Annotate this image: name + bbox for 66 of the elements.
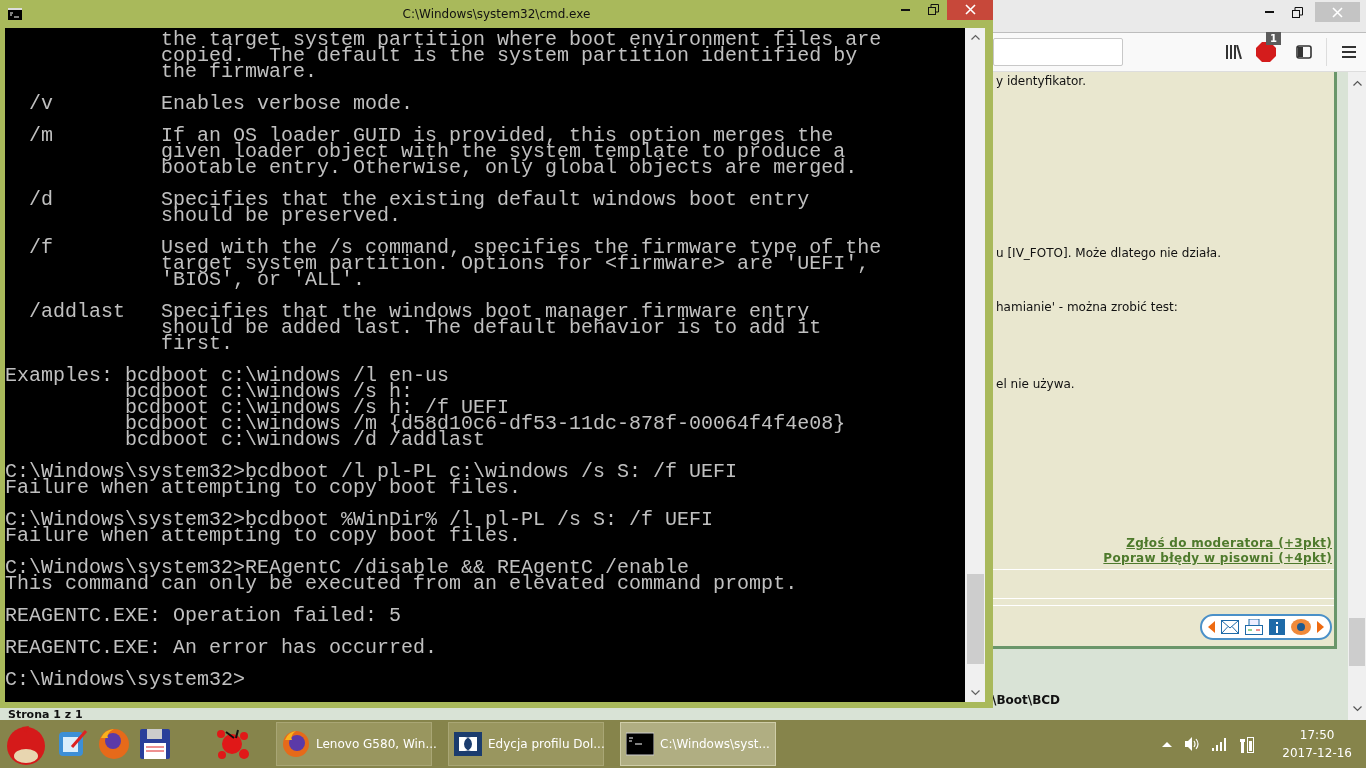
minimize-icon	[900, 8, 910, 11]
battery-icon[interactable]	[1240, 735, 1255, 753]
pencil-app-icon[interactable]	[58, 729, 88, 759]
taskbar-button[interactable]: Edycja profilu Dol...	[448, 722, 604, 766]
eye-icon[interactable]	[1291, 619, 1311, 635]
previous-arrow-icon[interactable]	[1208, 621, 1215, 633]
speaker-icon[interactable]	[1184, 736, 1201, 752]
console-line: This command can only be executed from an elevated command prompt.	[5, 576, 798, 592]
file-path: \Boot\BCD	[992, 693, 1062, 707]
browser-icon	[282, 730, 310, 758]
scrollbar-thumb[interactable]	[966, 574, 984, 664]
page-counter: Strona 1 z 1	[8, 709, 83, 720]
link[interactable]: Zgłoś do moderatora (+3pkt)	[1126, 536, 1332, 551]
clock-date: 2017-12-16	[1282, 746, 1352, 760]
menu-icon[interactable]	[1341, 45, 1357, 59]
console-line: target system partition. Options for <firmware> are 'UEFI',	[160, 256, 870, 272]
close-icon	[964, 4, 976, 15]
console-line: REAGENTC.EXE: An error has occurred.	[5, 640, 438, 656]
console-line: bcdboot c:\windows /s h:	[124, 384, 414, 400]
console-line: copied. The default is the system partition identified by	[160, 48, 858, 64]
notification-badge: 1	[1266, 32, 1281, 45]
envelope-icon[interactable]	[1221, 620, 1239, 634]
browser-icon[interactable]	[98, 728, 130, 760]
clock-time: 17:50	[1299, 728, 1335, 742]
close-icon	[1332, 6, 1343, 18]
console-line: /v Enables verbose mode.	[28, 96, 414, 112]
double-d-icon	[454, 730, 482, 758]
console-line: bcdboot c:\windows /d /addlast	[124, 432, 486, 448]
console-line: first.	[160, 336, 234, 352]
post-text: y identyfikator.	[996, 74, 1087, 88]
post-text: el nie używa.	[996, 377, 1076, 391]
console-icon	[626, 730, 654, 758]
printer-icon[interactable]	[1245, 619, 1263, 635]
console-line: 'BIOS', or 'ALL'.	[160, 272, 366, 288]
restore-icon	[927, 4, 939, 15]
scroll-down-icon[interactable]	[970, 690, 980, 696]
search-field[interactable]	[993, 38, 1123, 66]
console-line: Failure when attempting to copy boot files.	[5, 480, 522, 496]
console-line: Examples: bcdboot c:\windows /l en-us	[5, 368, 450, 384]
next-arrow-icon[interactable]	[1317, 621, 1324, 633]
post-text: hamianie' - można zrobić test:	[996, 300, 1179, 314]
scroll-down-icon[interactable]	[1352, 706, 1362, 712]
minimize-icon	[1264, 11, 1274, 13]
scroll-up-icon[interactable]	[970, 34, 980, 40]
console-icon	[8, 8, 22, 20]
console-line: bcdboot c:\windows /s h: /f UEFI	[124, 400, 510, 416]
link[interactable]: Popraw błędy w pisowni (+4pkt)	[1103, 551, 1332, 566]
post-text: u [IV_FOTO]. Może dlatego nie działa.	[996, 246, 1222, 260]
caret-up-icon[interactable]	[1162, 741, 1173, 747]
console-line: bootable entry. Otherwise, only global objects are merged.	[160, 160, 858, 176]
sidebar-icon[interactable]	[1296, 45, 1312, 59]
console-line: REAGENTC.EXE: Operation failed: 5	[5, 608, 402, 624]
console-line: Failure when attempting to copy boot files.	[5, 528, 522, 544]
scroll-up-icon[interactable]	[1352, 80, 1362, 86]
console-line: the firmware.	[160, 64, 318, 80]
close-button[interactable]	[947, 0, 993, 20]
library-icon[interactable]	[1226, 45, 1242, 59]
restore-icon	[1291, 6, 1303, 18]
scrollbar-thumb[interactable]	[1349, 618, 1365, 666]
stop-sign-icon[interactable]	[1256, 42, 1276, 62]
info-icon[interactable]	[1269, 619, 1285, 635]
taskbar-button[interactable]: C:\Windows\syst...	[620, 722, 776, 766]
console-line: C:\Windows\system32>	[5, 672, 246, 688]
console-line: should be preserved.	[160, 208, 402, 224]
window-title: C:\Windows\system32\cmd.exe	[402, 7, 591, 21]
signal-icon[interactable]	[1212, 737, 1229, 751]
